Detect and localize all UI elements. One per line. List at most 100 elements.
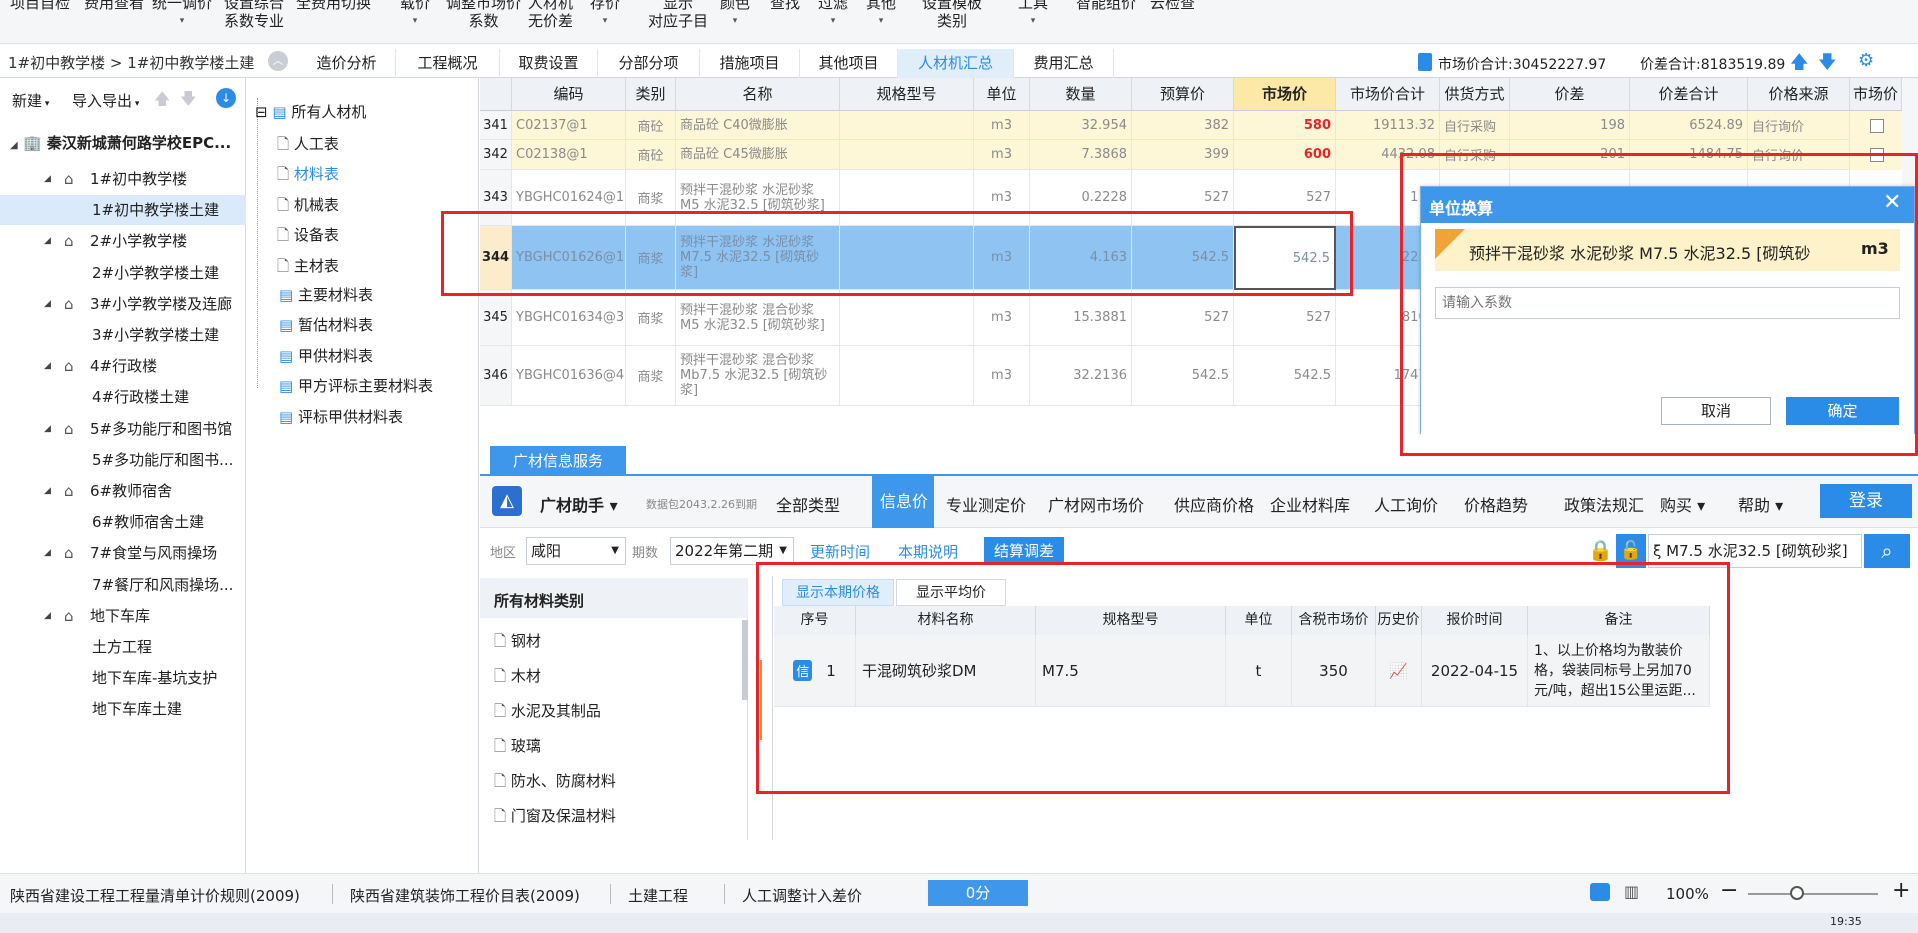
nav-item-5[interactable]: 企业材料库 xyxy=(1270,492,1370,516)
row-checkbox[interactable] xyxy=(1870,148,1884,162)
ok-button[interactable]: 确定 xyxy=(1786,397,1899,425)
ribbon-button-4[interactable]: 全费用切换 xyxy=(296,0,371,12)
price-col-header-3[interactable]: 单位 xyxy=(1226,606,1292,635)
col-header-0[interactable]: 编码 xyxy=(512,78,626,111)
col-header-10[interactable]: 价差 xyxy=(1510,78,1630,111)
expand-icon[interactable]: ◢ xyxy=(44,226,51,256)
tab-4[interactable]: 措施项目 xyxy=(700,49,800,78)
cell-market[interactable]: 542.5 xyxy=(1234,346,1336,406)
col-header-2[interactable]: 名称 xyxy=(676,78,840,111)
tree-item-4[interactable]: ◢ ⌂ 3#小学教学楼及连廊 xyxy=(0,289,246,319)
status-item-2[interactable]: 土建工程 xyxy=(628,885,688,906)
table-row[interactable]: 341 C02137@1 商砼 商品砼 C40微膨胀 m3 32.954 382 580 191… xyxy=(480,111,1902,140)
ribbon-button-16[interactable]: 智能组价 xyxy=(1076,0,1136,12)
ribbon-button-12[interactable]: 过滤 ▾ xyxy=(818,0,848,30)
nav-item-0[interactable]: 全部类型 xyxy=(776,492,874,516)
expand-icon[interactable]: ◢ xyxy=(44,289,51,319)
tab-7[interactable]: 费用汇总 xyxy=(1014,49,1114,78)
price-col-header-7[interactable]: 备注 xyxy=(1528,606,1710,635)
tab-1[interactable]: 工程概况 xyxy=(396,49,500,78)
split-view-icon[interactable]: ▥ xyxy=(1624,882,1639,901)
price-cell-spec[interactable]: M7.5 xyxy=(1036,635,1226,707)
ribbon-button-2[interactable]: 统一调价 ▾ xyxy=(152,0,212,30)
score-badge[interactable]: 0分 xyxy=(928,880,1028,906)
category-2[interactable]: 🗋 水泥及其制品 xyxy=(494,700,601,726)
tree-item-16[interactable]: 地下车库-基坑支护 xyxy=(0,663,246,693)
price-col-header-1[interactable]: 材料名称 xyxy=(856,606,1036,635)
ribbon-button-13[interactable]: 其他 ▾ xyxy=(866,0,896,30)
expand-icon[interactable]: ◢ xyxy=(44,601,51,631)
row-checkbox[interactable] xyxy=(1870,118,1884,133)
layout-icon[interactable] xyxy=(1590,883,1610,901)
history-price-icon[interactable]: 📈 xyxy=(1376,635,1422,707)
new-button[interactable]: 新建 ▾ xyxy=(12,90,49,111)
breadcrumb[interactable]: 1#初中教学楼 > 1#初中教学楼土建 xyxy=(8,52,254,73)
project-root[interactable]: ◢ 🏢 秦汉新城萧何路学校EPC... xyxy=(10,132,231,153)
tree-item-17[interactable]: 地下车库土建 xyxy=(0,694,246,724)
col-header-1[interactable]: 类别 xyxy=(626,78,676,111)
cell-market[interactable]: 580 xyxy=(1234,111,1336,140)
move-down-icon[interactable]: 🡇 xyxy=(180,88,196,115)
zoom-in-icon[interactable]: + xyxy=(1892,878,1910,903)
category-4[interactable]: 🗋 防水、防腐材料 xyxy=(494,770,616,796)
table-item-2[interactable]: ▤ 甲供材料表 xyxy=(279,345,373,366)
col-header-12[interactable]: 价格来源 xyxy=(1748,78,1850,111)
tab-6[interactable]: 人材机汇总 xyxy=(898,49,1014,78)
expand-icon[interactable]: ◢ xyxy=(44,164,51,194)
ribbon-button-17[interactable]: 云检查 xyxy=(1150,0,1195,12)
expand-icon[interactable]: ◢ xyxy=(44,414,51,444)
cell-market[interactable]: 542.5 xyxy=(1234,226,1336,290)
price-col-header-6[interactable]: 报价时间 xyxy=(1422,606,1528,635)
price-col-header-4[interactable]: 含税市场价 xyxy=(1292,606,1376,635)
table-item-4[interactable]: ▤ 评标甲供材料表 xyxy=(279,406,403,427)
col-header-7[interactable]: 市场价 xyxy=(1234,78,1336,111)
zoom-slider-handle[interactable] xyxy=(1790,886,1804,900)
collapse-icon[interactable]: ︿ xyxy=(268,51,288,71)
col-header-9[interactable]: 供货方式 xyxy=(1440,78,1510,111)
price-cell-name[interactable]: 干混砌筑砂浆DM xyxy=(856,635,1036,707)
search-icon[interactable]: ⌕ xyxy=(1864,534,1910,568)
ribbon-button-5[interactable]: 载价 ▾ xyxy=(400,0,430,30)
ribbon-button-15[interactable]: 工具 ▾ xyxy=(1018,0,1048,30)
tab-current-price[interactable]: 显示本期价格 xyxy=(782,579,894,606)
price-col-header-0[interactable]: 序号 xyxy=(774,606,856,635)
expand-icon[interactable]: ◢ xyxy=(44,476,51,506)
price-cell-price[interactable]: 350 xyxy=(1292,635,1376,707)
category-item-1[interactable]: 🗋 材料表 xyxy=(277,163,339,189)
cell-market[interactable]: 600 xyxy=(1234,140,1336,170)
material-search-input[interactable]: ξ M7.5 水泥32.5 [砌筑砂浆] xyxy=(1648,534,1862,568)
ribbon-button-11[interactable]: 查找 xyxy=(770,0,800,12)
period-select[interactable]: 2022年第二期 ▼ xyxy=(670,537,794,565)
close-icon[interactable]: ✕ xyxy=(1883,190,1901,215)
buy-menu[interactable]: 购买 ▾ xyxy=(1660,492,1705,516)
tree-item-2[interactable]: ◢ ⌂ 2#小学教学楼 xyxy=(0,226,246,256)
tree-item-15[interactable]: 土方工程 xyxy=(0,632,246,662)
settle-adjust-button[interactable]: 结算调差 xyxy=(984,537,1064,565)
category-1[interactable]: 🗋 木材 xyxy=(494,665,541,691)
ribbon-button-14[interactable]: 设置模板 类别 xyxy=(922,0,982,30)
tree-item-8[interactable]: ◢ ⌂ 5#多功能厅和图书馆 xyxy=(0,414,246,444)
region-select[interactable]: 咸阳 ▼ xyxy=(526,537,626,565)
category-0[interactable]: 🗋 钢材 xyxy=(494,630,541,656)
arrow-up-icon[interactable]: 🡅 xyxy=(1790,50,1809,80)
tab-average-price[interactable]: 显示平均价 xyxy=(896,579,1006,606)
update-time-link[interactable]: 更新时间 xyxy=(810,541,870,562)
category-item-0[interactable]: 🗋 人工表 xyxy=(277,133,339,159)
ribbon-button-0[interactable]: 项目自检 xyxy=(10,0,70,12)
ribbon-button-7[interactable]: 人材机 无价差 xyxy=(528,0,573,30)
tab-2[interactable]: 取费设置 xyxy=(500,49,598,78)
help-menu[interactable]: 帮助 ▾ xyxy=(1738,492,1783,516)
tree-item-9[interactable]: 5#多功能厅和图书... xyxy=(0,445,246,475)
col-header-11[interactable]: 价差合计 xyxy=(1630,78,1748,111)
tab-3[interactable]: 分部分项 xyxy=(598,49,700,78)
tree-item-5[interactable]: 3#小学教学楼土建 xyxy=(0,320,246,350)
category-item-4[interactable]: 🗋 主材表 xyxy=(277,255,339,281)
category-3[interactable]: 🗋 玻璃 xyxy=(494,735,541,761)
login-button[interactable]: 登录 xyxy=(1820,484,1912,518)
col-header-5[interactable]: 数量 xyxy=(1030,78,1132,111)
zoom-slider[interactable] xyxy=(1748,893,1878,895)
nav-item-8[interactable]: 政策法规汇 xyxy=(1564,492,1654,516)
ribbon-button-8[interactable]: 存价 ▾ xyxy=(590,0,620,30)
table-row[interactable]: 342 C02138@1 商砼 商品砼 C45微膨胀 m3 7.3868 399 600 443… xyxy=(480,140,1902,170)
nav-item-6[interactable]: 人工询价 xyxy=(1374,492,1460,516)
